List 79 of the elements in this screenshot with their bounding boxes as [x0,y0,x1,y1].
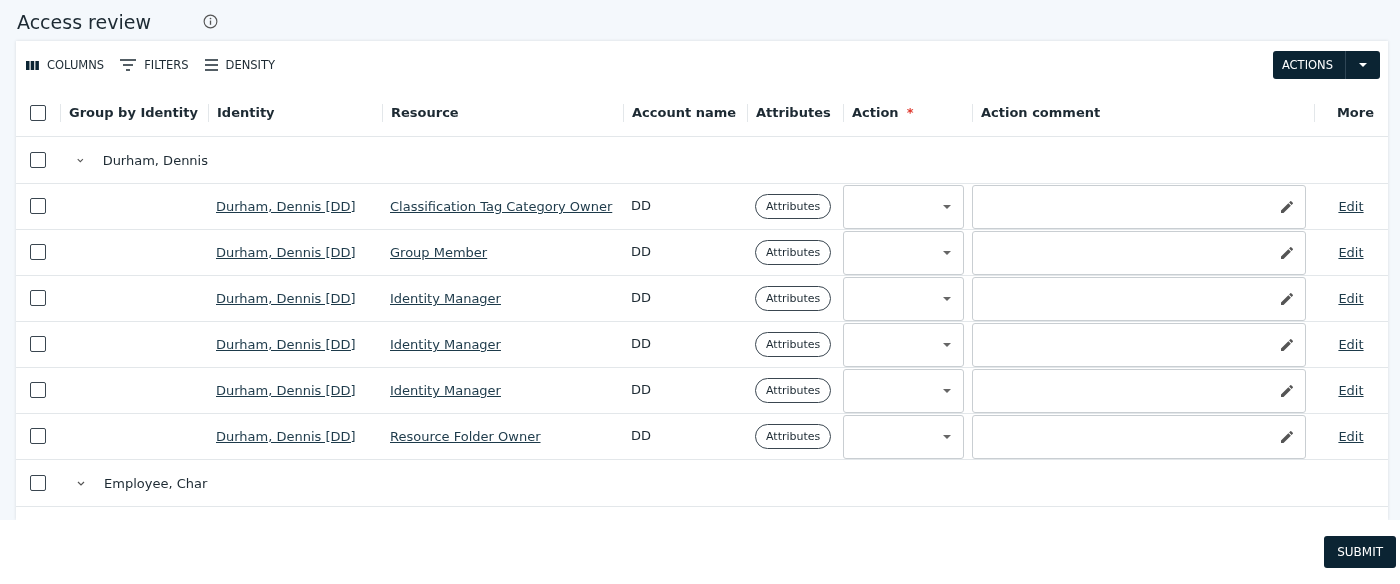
account-name: DD [630,428,653,443]
group-name: Durham, Dennis [102,152,208,168]
caret-icon [1359,63,1367,67]
identity-link[interactable]: Durham, Dennis [DD] [208,291,382,306]
attributes-button[interactable]: Attributes [755,194,832,219]
identity-link[interactable]: Durham, Dennis [DD] [208,383,382,398]
column-header: Account name [623,103,747,122]
filter-icon [120,59,137,71]
account-name: DD [630,290,653,305]
edit-link[interactable]: Edit [1338,337,1364,352]
caret-icon [943,250,951,255]
edit-link[interactable]: Edit [1338,245,1364,260]
account-name: DD [630,244,653,259]
resource-link[interactable]: Classification Tag Category Owner [382,199,623,214]
caret-icon [943,204,951,209]
caret-icon [943,296,951,301]
edit-link[interactable]: Edit [1338,291,1364,306]
pencil-icon [1279,244,1295,261]
checkbox[interactable] [30,198,46,214]
resource-link[interactable]: Group Member [382,245,623,260]
comment-field[interactable] [972,184,1306,229]
column-header: Action comment [972,103,1314,122]
columns-icon [26,60,39,70]
column-header: Action * [843,103,972,122]
pencil-icon [1279,382,1295,399]
checkbox[interactable] [30,475,46,491]
column-header: More [1314,103,1388,122]
required-mark: * [906,104,914,120]
checkbox[interactable] [30,290,46,306]
columns-button[interactable]: COLUMNS [26,58,105,72]
edit-link[interactable]: Edit [1338,383,1364,398]
pencil-icon [1279,336,1295,353]
attributes-button[interactable]: Attributes [755,332,832,357]
edit-link[interactable]: Edit [1338,199,1364,214]
checkbox[interactable] [30,104,46,121]
checkbox[interactable] [30,336,46,352]
pencil-icon [1279,428,1295,445]
group-name: Employee, Char [104,475,208,491]
checkbox[interactable] [30,152,46,168]
pencil-icon [1279,290,1295,307]
density-icon [204,59,218,71]
filters-button[interactable]: FILTERS [120,58,189,72]
caret-icon [943,342,951,347]
comment-field[interactable] [972,230,1306,275]
actions-button[interactable]: ACTIONS [1272,51,1380,79]
caret-icon [943,434,951,439]
column-header: Identity [208,103,382,122]
info-icon[interactable] [202,14,218,29]
comment-field[interactable] [972,322,1306,367]
checkbox[interactable] [30,382,46,398]
submit-button[interactable]: SUBMIT [1324,536,1396,568]
column-header: Resource [382,103,623,122]
comment-field[interactable] [972,414,1306,459]
caret-icon [943,388,951,393]
attributes-button[interactable]: Attributes [755,378,832,403]
checkbox[interactable] [30,428,46,444]
pencil-icon [1279,198,1295,215]
resource-link[interactable]: Resource Folder Owner [382,429,623,444]
density-button[interactable]: DENSITY [204,58,276,72]
column-header: Attributes [747,103,843,122]
comment-field[interactable] [972,276,1306,321]
identity-link[interactable]: Durham, Dennis [DD] [208,429,382,444]
attributes-button[interactable]: Attributes [755,424,832,449]
page-title: Access review [17,10,151,33]
resource-link[interactable]: Identity Manager [382,383,623,398]
resource-link[interactable]: Identity Manager [382,291,623,306]
comment-field[interactable] [972,368,1306,413]
account-name: DD [630,382,653,397]
identity-link[interactable]: Durham, Dennis [DD] [208,337,382,352]
identity-link[interactable]: Durham, Dennis [DD] [208,199,382,214]
column-header: Group by Identity [60,103,208,122]
account-name: DD [630,336,653,351]
identity-link[interactable]: Durham, Dennis [DD] [208,245,382,260]
checkbox[interactable] [30,244,46,260]
attributes-button[interactable]: Attributes [755,240,832,265]
edit-link[interactable]: Edit [1338,429,1364,444]
account-name: DD [630,198,653,213]
resource-link[interactable]: Identity Manager [382,337,623,352]
attributes-button[interactable]: Attributes [755,286,832,311]
